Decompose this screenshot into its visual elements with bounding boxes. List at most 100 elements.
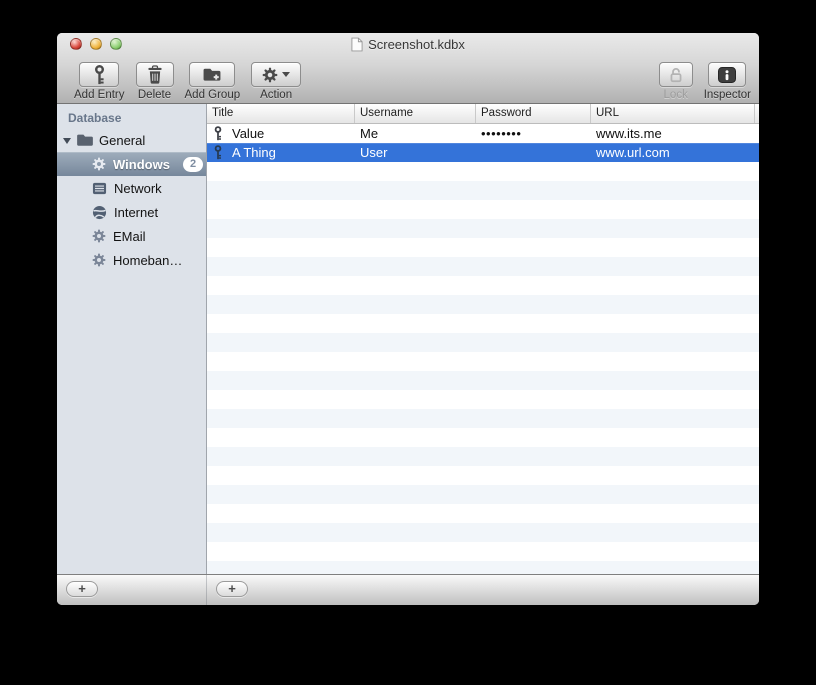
- sidebar-item-label: Network: [114, 180, 162, 196]
- entry-username: User: [360, 145, 388, 160]
- window-chrome: Screenshot.kdbx Add Entry Delete Add Gro…: [57, 33, 759, 104]
- toolbar: Add Entry Delete Add Group Action Lock I…: [57, 55, 759, 103]
- network-icon: [92, 181, 107, 196]
- table-row-empty[interactable]: [207, 561, 759, 574]
- table-row-empty[interactable]: [207, 352, 759, 371]
- key-icon: [214, 126, 222, 141]
- screen: { "window": { "title": "Screenshot.kdbx"…: [0, 0, 816, 685]
- sidebar-item-email[interactable]: EMail: [57, 224, 206, 248]
- table-row-empty[interactable]: [207, 276, 759, 295]
- empty-rows: [207, 162, 759, 574]
- column-header-username[interactable]: Username: [355, 104, 476, 123]
- table-row[interactable]: Value Me •••••••• www.its.me: [207, 124, 759, 143]
- entry-title: A Thing: [232, 145, 276, 160]
- table-row-empty[interactable]: [207, 466, 759, 485]
- entry-url: www.url.com: [596, 145, 670, 160]
- traffic-lights: [70, 38, 122, 50]
- lock-button[interactable]: [658, 62, 693, 87]
- add-group-button[interactable]: [189, 62, 236, 87]
- add-entry-plus-button[interactable]: +: [216, 581, 248, 597]
- minimize-button[interactable]: [90, 38, 102, 50]
- table-row-empty[interactable]: [207, 200, 759, 219]
- content-area: Database General Windows 2 Network Inter…: [57, 104, 759, 574]
- window-title-group: Screenshot.kdbx: [351, 37, 465, 52]
- toolbar-item-lock: Lock: [658, 62, 693, 101]
- lock-label: Lock: [663, 89, 688, 101]
- close-button[interactable]: [70, 38, 82, 50]
- action-button[interactable]: [251, 62, 302, 87]
- column-header-title[interactable]: Title: [207, 104, 355, 123]
- table-row-empty[interactable]: [207, 504, 759, 523]
- action-label: Action: [260, 89, 293, 101]
- table-header: Title Username Password URL: [207, 104, 759, 124]
- lock-open-icon: [670, 67, 682, 82]
- key-icon: [94, 64, 105, 85]
- globe-icon: [92, 204, 107, 220]
- add-group-plus-button[interactable]: +: [66, 581, 98, 597]
- table-row-empty[interactable]: [207, 390, 759, 409]
- entry-count-badge: 2: [182, 156, 204, 172]
- inspector-label: Inspector: [703, 89, 751, 101]
- toolbar-item-add-entry: Add Entry: [74, 62, 125, 101]
- bottom-bar: + +: [57, 574, 759, 605]
- sidebar-item-network[interactable]: Network: [57, 176, 206, 200]
- table-row-empty[interactable]: [207, 238, 759, 257]
- delete-label: Delete: [137, 89, 172, 101]
- gear-icon: [92, 253, 106, 267]
- sidebar-item-homebanking[interactable]: Homeban…: [57, 248, 206, 272]
- table-row-empty[interactable]: [207, 409, 759, 428]
- table-row-empty[interactable]: [207, 523, 759, 542]
- add-entry-button[interactable]: [79, 62, 120, 87]
- toolbar-item-add-group: Add Group: [184, 62, 241, 101]
- sidebar-item-general[interactable]: General: [57, 128, 206, 152]
- delete-button[interactable]: [135, 62, 174, 87]
- sidebar-item-label: Windows: [113, 156, 170, 172]
- table-row-empty[interactable]: [207, 428, 759, 447]
- table-row-empty[interactable]: [207, 447, 759, 466]
- table-body: Value Me •••••••• www.its.me A Thing Use…: [207, 124, 759, 574]
- table-row-selected[interactable]: A Thing User www.url.com: [207, 143, 759, 162]
- disclosure-triangle-icon[interactable]: [63, 138, 71, 144]
- entry-username: Me: [360, 126, 379, 141]
- column-header-password[interactable]: Password: [476, 104, 591, 123]
- table-row-empty[interactable]: [207, 162, 759, 181]
- table-row-empty[interactable]: [207, 295, 759, 314]
- toolbar-item-action: Action: [251, 62, 302, 101]
- sidebar-item-label: Internet: [114, 204, 159, 220]
- folder-icon: [76, 133, 94, 147]
- sidebar-item-label: General: [99, 132, 146, 148]
- sidebar-item-label: EMail: [113, 228, 146, 244]
- title-bar[interactable]: Screenshot.kdbx: [57, 33, 759, 55]
- trash-icon: [147, 65, 162, 84]
- table-row-empty[interactable]: [207, 257, 759, 276]
- table-row-empty[interactable]: [207, 485, 759, 504]
- table-row-empty[interactable]: [207, 181, 759, 200]
- info-icon: [718, 66, 737, 83]
- app-window: Screenshot.kdbx Add Entry Delete Add Gro…: [57, 33, 759, 605]
- column-header-url[interactable]: URL: [591, 104, 755, 123]
- add-group-label: Add Group: [184, 89, 241, 101]
- table-row-empty[interactable]: [207, 542, 759, 561]
- table-row-empty[interactable]: [207, 219, 759, 238]
- bottom-bar-divider: [206, 575, 207, 605]
- entry-title: Value: [232, 126, 265, 141]
- zoom-button[interactable]: [110, 38, 122, 50]
- gear-icon: [92, 157, 106, 171]
- entry-url: www.its.me: [596, 126, 662, 141]
- table-row-empty[interactable]: [207, 371, 759, 390]
- sidebar: Database General Windows 2 Network Inter…: [57, 104, 207, 574]
- table-row-empty[interactable]: [207, 333, 759, 352]
- key-icon: [214, 145, 222, 160]
- toolbar-item-inspector: Inspector: [704, 62, 751, 101]
- entry-password-masked: ••••••••: [481, 126, 522, 141]
- sidebar-section-header: Database: [68, 111, 122, 125]
- sidebar-item-internet[interactable]: Internet: [57, 200, 206, 224]
- sidebar-item-label: Homeban…: [113, 252, 183, 268]
- gear-icon: [92, 229, 106, 243]
- sidebar-item-windows[interactable]: Windows 2: [57, 152, 206, 176]
- add-entry-label: Add Entry: [74, 89, 125, 101]
- inspector-button[interactable]: [708, 62, 747, 87]
- window-title: Screenshot.kdbx: [368, 36, 465, 52]
- table-row-empty[interactable]: [207, 314, 759, 333]
- chevron-down-icon: [282, 72, 291, 77]
